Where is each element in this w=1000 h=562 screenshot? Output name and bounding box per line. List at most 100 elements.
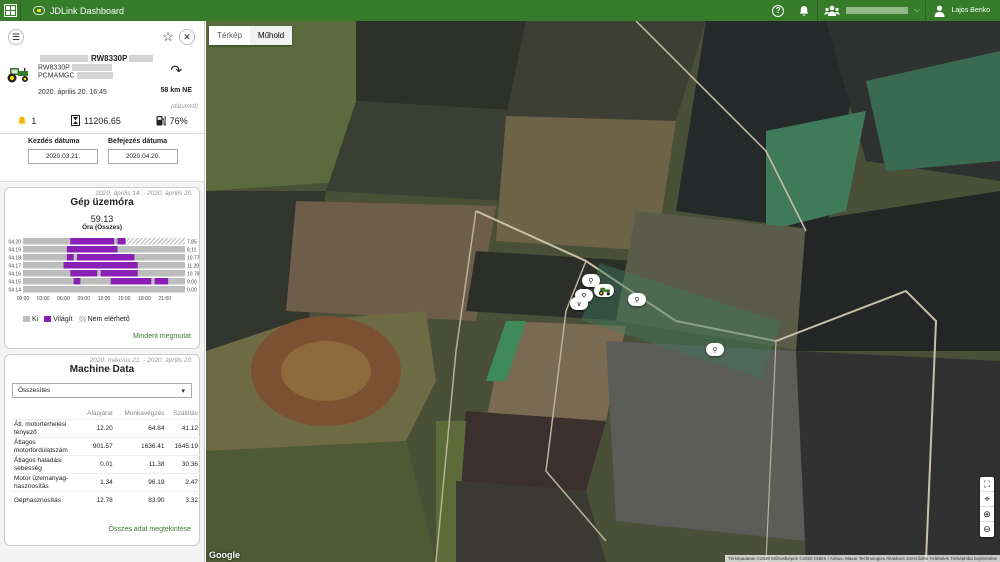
machine-serial-line: PCMAMGC xyxy=(38,72,113,79)
start-date-label: Kezdés dátuma xyxy=(28,138,80,145)
chart-row-label: 04.14 xyxy=(8,288,21,294)
column-header: Munkavégzés xyxy=(124,410,165,417)
help-button[interactable]: ? xyxy=(765,0,791,21)
my-location-icon[interactable]: ⌖ xyxy=(980,492,994,507)
chart-bar-on xyxy=(70,238,115,245)
alerts-count: 1 xyxy=(31,115,37,126)
machine-model-line: RW8330P xyxy=(38,64,112,71)
bell-icon xyxy=(18,116,27,125)
brand[interactable]: JDLink Dashboard xyxy=(33,6,124,16)
chart-x-tick: 21:00 xyxy=(158,296,171,302)
cell-value: 41.12 xyxy=(166,419,200,438)
table-row: Géphasznosítás 12.78 83.90 3.32 xyxy=(12,491,200,510)
fullscreen-icon[interactable]: ⛶ xyxy=(980,477,994,492)
legend-na-label: Nem elérhető xyxy=(87,316,130,323)
redacted-suffix xyxy=(76,72,113,79)
end-date-input[interactable]: 2020.04.20. xyxy=(108,149,178,164)
tractor-icon xyxy=(598,287,610,296)
legend-on: Világít xyxy=(44,316,73,323)
user-menu[interactable]: Lajos Benko xyxy=(926,5,1000,17)
view-all-data-link[interactable]: Összes adat megtekintése xyxy=(109,526,192,533)
tab-satellite[interactable]: Műhold xyxy=(249,26,293,45)
show-all-link[interactable]: Mindent megmutat xyxy=(133,333,191,340)
chart-x-tick: 15:00 xyxy=(118,296,131,302)
direction-indicator[interactable]: ↷ 58 km NE xyxy=(160,63,192,94)
chart-bar-on xyxy=(66,246,118,253)
menu-icon: ☰ xyxy=(11,31,21,42)
chart-row-label: 04.16 xyxy=(8,272,21,278)
machine-name-redacted xyxy=(40,55,88,63)
direction-icon: ↷ xyxy=(170,62,183,78)
chart-row-label: 04.19 xyxy=(8,248,21,254)
cell-value: 12.78 xyxy=(80,491,115,510)
close-icon: ✕ xyxy=(183,31,191,42)
notifications-button[interactable] xyxy=(791,0,817,21)
row-label: Géphasznosítás xyxy=(12,491,80,510)
cell-value: 83.90 xyxy=(114,491,167,510)
chart-bar-on xyxy=(70,270,98,277)
cell-value: 0.01 xyxy=(80,455,115,474)
cell-value: 1.34 xyxy=(80,473,115,492)
table-row: Átlagos haladási sebesség 0.01 11.38 30.… xyxy=(12,455,200,474)
table-row: Átlagos motorfordulatszám 901.57 1636.41… xyxy=(12,437,200,456)
chart-x-tick: 03:00 xyxy=(37,296,50,302)
location-pin-icon[interactable]: ⚲ xyxy=(706,343,724,356)
table-header-empty xyxy=(12,408,80,420)
date-range-filter: Kezdés dátuma 2020.03.21. Befejezés dátu… xyxy=(0,134,204,182)
favorite-button[interactable]: ☆ xyxy=(160,29,176,45)
start-date-input[interactable]: 2020.03.21. xyxy=(28,149,98,164)
map-controls: ⛶ ⌖ ⊕ ⊖ xyxy=(980,477,994,537)
chart-x-tick: 18:00 xyxy=(138,296,151,302)
user-icon xyxy=(934,5,945,17)
cell-value: 12.20 xyxy=(80,419,115,438)
cell-value: 1645.19 xyxy=(166,437,200,456)
app-title: JDLink Dashboard xyxy=(50,5,125,16)
summary-select[interactable]: Összesítés ▾ xyxy=(12,383,192,398)
direction-text: 58 km NE xyxy=(160,87,192,94)
alerts-stat[interactable]: 1 xyxy=(17,115,36,126)
machine-data-title: Machine Data xyxy=(69,364,135,375)
cell-value: 11.38 xyxy=(114,455,167,474)
cell-value: 96.19 xyxy=(114,473,167,492)
engine-hours-stat: 11206.65 xyxy=(71,115,121,126)
redacted-suffix xyxy=(71,64,112,71)
bell-icon xyxy=(799,5,809,16)
close-button[interactable]: ✕ xyxy=(179,29,195,45)
hourglass-icon xyxy=(71,115,81,126)
chart-row-label: 04.15 xyxy=(8,280,21,286)
summary-select-value: Összesítés xyxy=(18,387,51,394)
zoom-in-icon[interactable]: ⊕ xyxy=(980,507,994,522)
tab-map[interactable]: Térkép xyxy=(209,26,250,45)
organization-select[interactable]: ⌵ xyxy=(817,0,927,21)
chevron-down-icon: ⌵ xyxy=(914,6,920,14)
location-pin-icon[interactable]: ⚲ xyxy=(628,293,646,306)
apps-button[interactable] xyxy=(0,0,21,21)
chart-bar-on xyxy=(154,278,169,285)
chart-row-value: 11.20 xyxy=(187,264,199,270)
google-logo: Google xyxy=(209,550,240,560)
chart-bar-on xyxy=(66,254,74,261)
end-date-label: Befejezés dátuma xyxy=(108,138,168,145)
chart-x-tick: 12:00 xyxy=(98,296,111,302)
machine-stats: 1 11206.65 76% xyxy=(0,115,204,126)
row-label: Átlagos haladási sebesség xyxy=(12,455,80,474)
row-label: Átl. motorterhelési tényező xyxy=(12,419,80,438)
machine-summary-card: ☰ ☆ ✕ RW8330P RW8330P PCMAMGC 2020. ápri… xyxy=(0,21,204,134)
satellite-map[interactable]: Térkép Műhold ⚲ ⚲ ∨ ⚲ ⚲ ⛶ ⌖ ⊕ ⊖ Google T… xyxy=(206,21,1000,562)
legend-on-swatch xyxy=(44,316,52,323)
last-report-time: 2020. április 20. 16:45 xyxy=(38,89,107,96)
column-header: Szállítás xyxy=(173,410,198,417)
map-attribution[interactable]: Térképadatok ©2020 Műholdképek ©2020 CNE… xyxy=(724,555,1000,562)
legend-off: Ki xyxy=(23,316,38,323)
chart-bar-na xyxy=(125,238,185,245)
legend-na: Nem elérhető xyxy=(78,316,130,323)
zoom-out-icon[interactable]: ⊖ xyxy=(980,522,994,537)
tractor-marker-icon[interactable] xyxy=(594,284,614,297)
direction-marker-icon[interactable]: ∨ xyxy=(570,297,588,310)
cell-value: 2.47 xyxy=(166,473,200,492)
menu-button[interactable]: ☰ xyxy=(8,29,24,45)
chart-x-tick: 09:00 xyxy=(77,296,90,302)
fuel-icon xyxy=(156,116,166,126)
organization-name-redacted xyxy=(846,7,909,14)
machine-data-card: 2020. március 21. - 2020. április 20. Ma… xyxy=(4,354,200,546)
